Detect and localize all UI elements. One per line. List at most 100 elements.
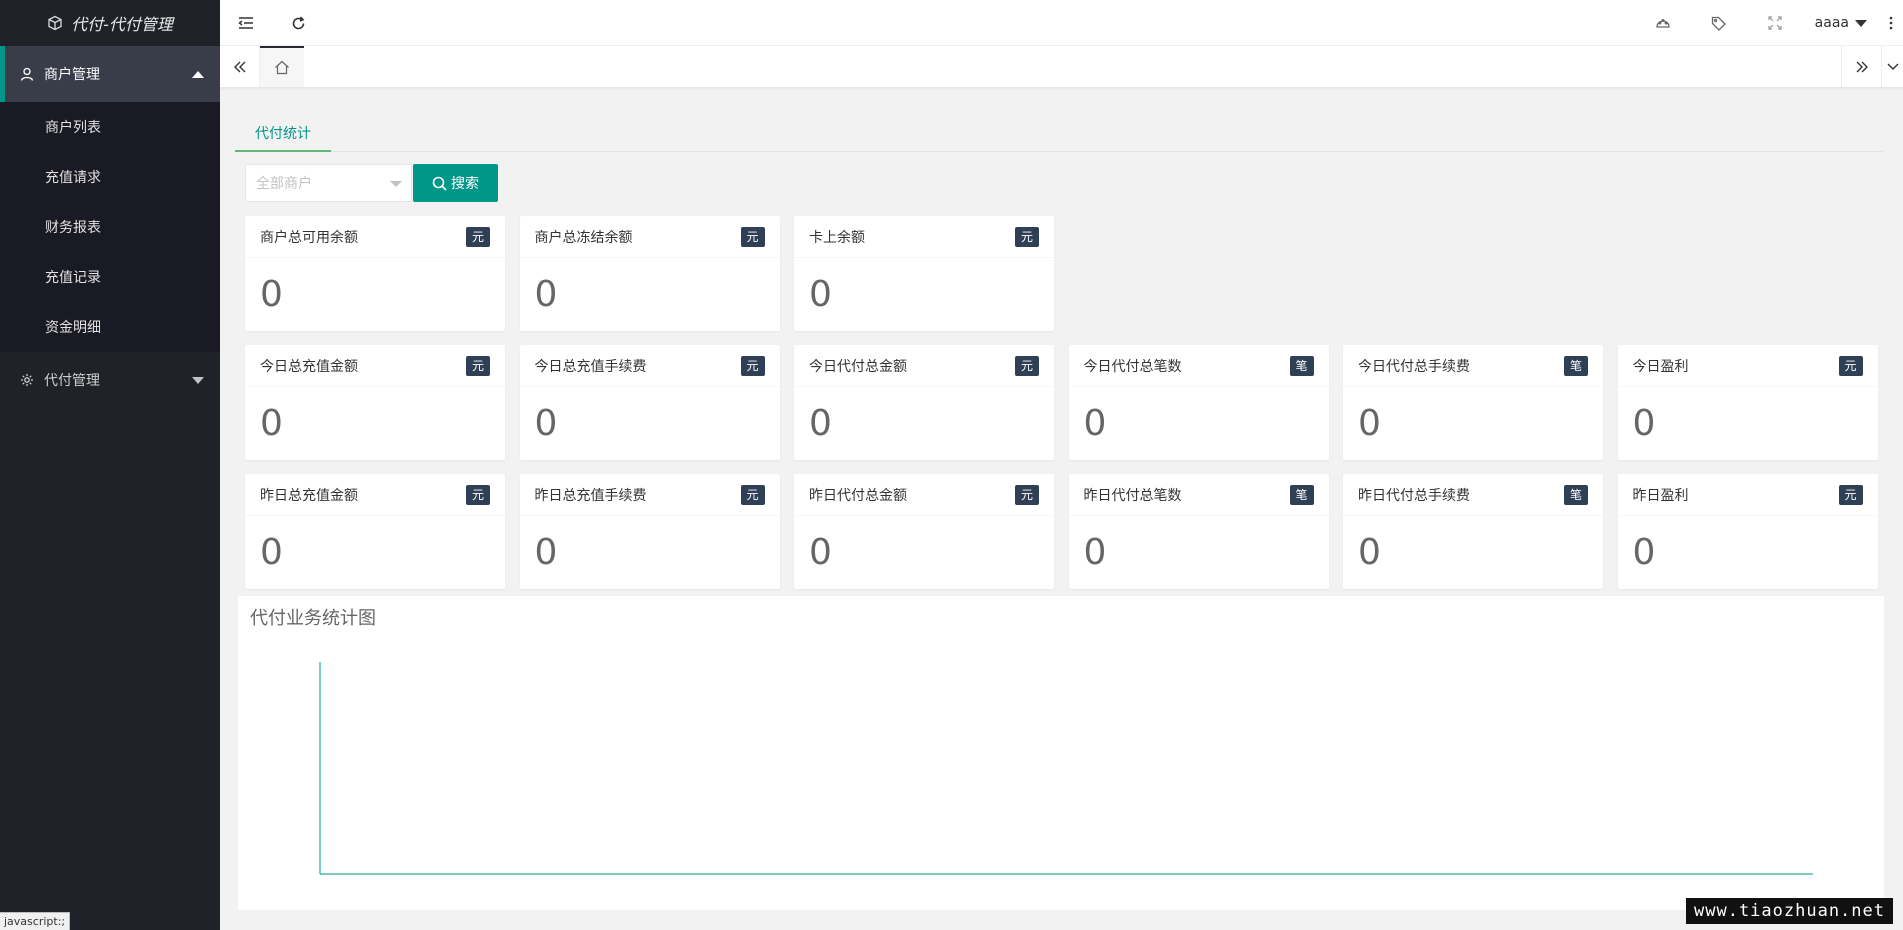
sidebar-item-finance-report[interactable]: 财务报表 <box>0 202 220 252</box>
caret-up-icon <box>192 71 204 78</box>
nav-payout-label: 代付管理 <box>44 373 100 389</box>
main-content: 代付统计 全部商户 搜索 商户总可用余额元 0 商户总冻结余额元 0 卡上余额元 0 … <box>235 116 1883 589</box>
stat-label: 今日盈利 <box>1632 358 1689 375</box>
stat-value: 0 <box>260 273 283 315</box>
status-bar-tip: javascript:; <box>0 912 71 930</box>
stat-card: 昨日代付总手续费 笔 0 <box>1343 474 1603 589</box>
stat-value: 0 <box>534 531 558 573</box>
stat-label: 卡上余额 <box>809 229 865 246</box>
nav-merchant-label: 商户管理 <box>44 67 100 83</box>
unit-badge: 元 <box>1838 355 1863 376</box>
unit-badge: 元 <box>1838 484 1863 505</box>
stat-value: 0 <box>1358 531 1381 573</box>
stats-row-balance: 商户总可用余额 元 0 商户总冻结余额 元 0 卡上余额 元 0 <box>245 216 1878 331</box>
stat-value: 0 <box>534 402 558 444</box>
merchant-select-placeholder: 全部商户 <box>256 176 312 192</box>
double-chevron-right-icon <box>1856 61 1868 72</box>
stat-label: 今日代付总金额 <box>809 358 907 375</box>
unit-badge: 笔 <box>1289 484 1314 505</box>
fullscreen-icon <box>1768 16 1782 30</box>
stat-card: 今日代付总手续费 笔 0 <box>1343 345 1603 460</box>
nav-payout-management[interactable]: 代付管理 <box>0 352 220 408</box>
merchant-submenu: 商户列表 充值请求 财务报表 充值记录 资金明细 <box>0 102 220 352</box>
tabs-dropdown-button[interactable] <box>1881 46 1903 87</box>
unit-badge: 元 <box>466 355 490 376</box>
stat-value: 0 <box>809 402 832 444</box>
stat-label: 昨日代付总笔数 <box>1083 487 1182 504</box>
stat-card: 商户总可用余额 元 0 <box>245 216 505 331</box>
stat-value: 0 <box>809 273 832 315</box>
sidebar: 代付-代付管理 商户管理 商户列表 充值请求 财务报表 充值记录 资金明细 代付… <box>0 0 220 930</box>
user-icon <box>20 67 34 81</box>
sidebar-item-recharge-record[interactable]: 充值记录 <box>0 252 220 302</box>
logo[interactable]: 代付-代付管理 <box>0 0 220 46</box>
select-caret-icon <box>390 181 402 187</box>
stat-card: 昨日代付总笔数 笔 0 <box>1068 474 1329 589</box>
nav-merchant-management[interactable]: 商户管理 <box>0 46 220 102</box>
search-row: 全部商户 搜索 <box>245 164 498 202</box>
stat-value: 0 <box>260 531 283 573</box>
chevron-down-icon <box>1887 63 1898 70</box>
unit-badge: 元 <box>740 355 765 376</box>
caret-down-icon <box>192 377 204 384</box>
stat-label: 昨日盈利 <box>1632 487 1689 504</box>
more-button[interactable] <box>1879 0 1903 46</box>
subtabs: 代付统计 <box>235 116 1883 152</box>
sidebar-item-fund-details[interactable]: 资金明细 <box>0 302 220 352</box>
tab-home[interactable] <box>260 46 304 87</box>
theme-button[interactable] <box>1635 0 1691 46</box>
unit-badge: 元 <box>740 226 765 247</box>
refresh-button[interactable] <box>272 0 324 46</box>
user-menu[interactable]: aaaa <box>1803 0 1879 46</box>
more-icon <box>1889 16 1893 30</box>
stat-card: 今日总充值金额 元 0 <box>245 345 505 460</box>
stat-card: 今日代付总金额 元 0 <box>794 345 1054 460</box>
menu-collapse-button[interactable] <box>220 0 272 46</box>
tabs-scroll-right-button[interactable] <box>1841 46 1881 87</box>
logo-text: 代付-代付管理 <box>71 15 173 34</box>
stat-value: 0 <box>260 402 283 444</box>
stat-label: 今日代付总笔数 <box>1083 358 1182 375</box>
stat-label: 昨日代付总金额 <box>809 487 907 504</box>
tab-payout-stats[interactable]: 代付统计 <box>235 116 331 152</box>
search-button[interactable]: 搜索 <box>413 164 498 202</box>
gear-icon <box>21 374 33 386</box>
tabs-scroll-left-button[interactable] <box>220 46 260 87</box>
double-chevron-left-icon <box>233 61 245 72</box>
stat-card: 昨日盈利 元 0 <box>1617 474 1878 589</box>
merchant-select[interactable]: 全部商户 <box>245 164 412 202</box>
stat-label: 今日总充值手续费 <box>534 358 647 375</box>
stat-label: 昨日总充值手续费 <box>534 487 647 504</box>
nav-group-merchant: 商户管理 商户列表 充值请求 财务报表 充值记录 资金明细 <box>0 46 220 352</box>
sidebar-item-recharge-request[interactable]: 充值请求 <box>0 152 220 202</box>
stats-row-today: 今日总充值金额 元 0 今日总充值手续费 元 0 今日代付总金额 元 0 今日代付总笔数 笔 0… <box>245 345 1878 460</box>
sidebar-item-merchant-list[interactable]: 商户列表 <box>0 102 220 152</box>
tag-button[interactable] <box>1691 0 1747 46</box>
refresh-icon <box>292 15 304 29</box>
stat-card: 今日总充值手续费 元 0 <box>519 345 780 460</box>
home-icon <box>275 60 289 75</box>
stat-card: 昨日总充值金额 元 0 <box>245 474 505 589</box>
stat-label: 商户总冻结余额 <box>534 229 633 246</box>
tabs-bar <box>220 46 1903 88</box>
unit-badge: 笔 <box>1564 484 1588 505</box>
stat-value: 0 <box>1358 402 1381 444</box>
stats-row-yesterday: 昨日总充值金额 元 0 昨日总充值手续费 元 0 昨日代付总金额 元 0 昨日代付总笔数 笔 0… <box>245 474 1878 589</box>
stat-card: 商户总冻结余额 元 0 <box>519 216 780 331</box>
unit-badge: 元 <box>466 484 490 505</box>
unit-badge: 元 <box>1015 355 1039 376</box>
fullscreen-button[interactable] <box>1747 0 1803 46</box>
chart-canvas <box>319 662 1813 875</box>
stat-label: 今日总充值金额 <box>260 358 358 375</box>
stat-card: 卡上余额 元 0 <box>794 216 1054 331</box>
nav-group-payout: 代付管理 <box>0 352 220 408</box>
search-button-label: 搜索 <box>451 176 479 192</box>
unit-badge: 元 <box>740 484 765 505</box>
stats-cards: 商户总可用余额元 0 商户总冻结余额元 0 卡上余额元 0 今日总充值金额元 0 今日总… <box>245 216 1878 603</box>
stat-card: 昨日总充值手续费 元 0 <box>519 474 780 589</box>
stat-value: 0 <box>1632 531 1656 573</box>
tag-icon <box>1712 16 1727 31</box>
stat-value: 0 <box>1083 531 1107 573</box>
unit-badge: 元 <box>466 226 490 247</box>
unit-badge: 笔 <box>1289 355 1314 376</box>
